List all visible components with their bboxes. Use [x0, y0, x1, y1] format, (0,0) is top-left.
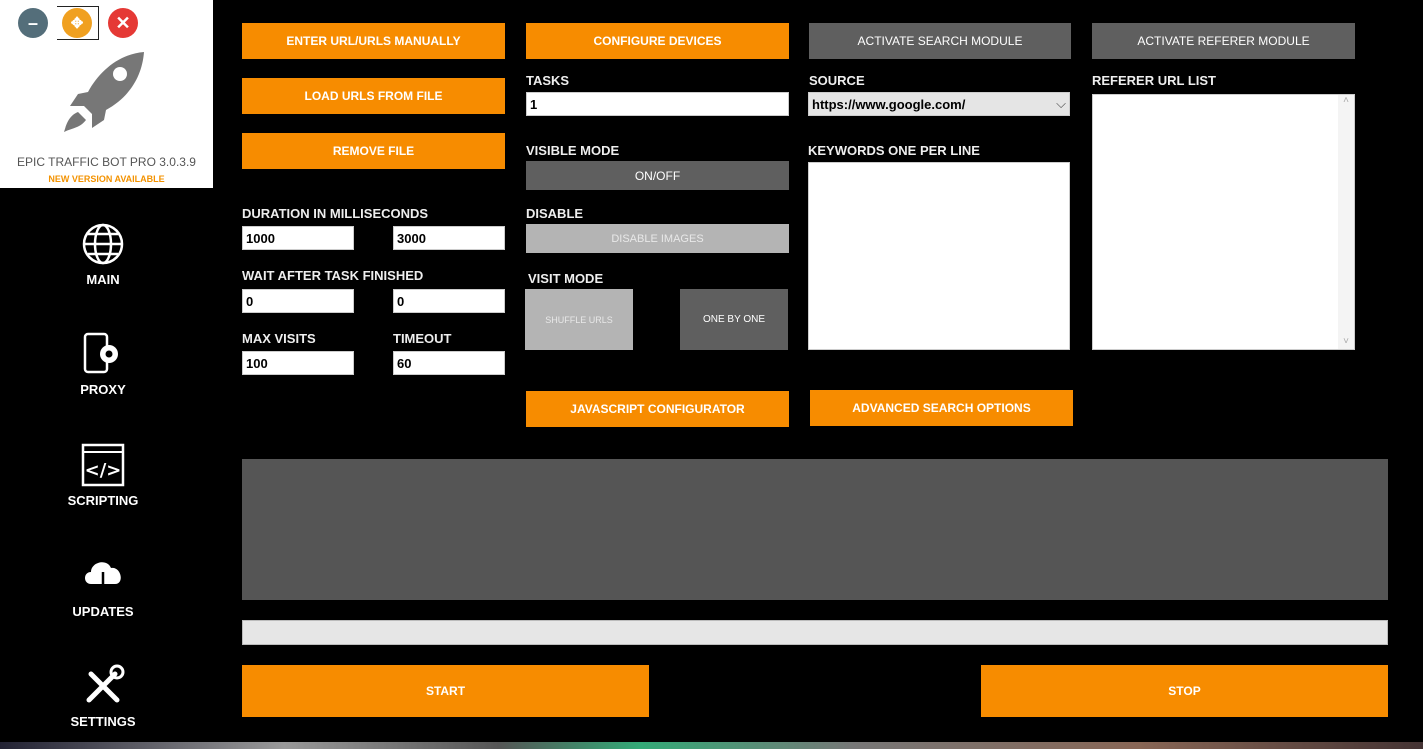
activate-referer-module-button[interactable]: ACTIVATE REFERER MODULE [1092, 23, 1355, 59]
timeout-label: TIMEOUT [393, 331, 452, 346]
disable-label: DISABLE [526, 206, 584, 221]
sidebar-item-settings[interactable]: SETTINGS [40, 664, 166, 729]
enter-urls-button[interactable]: ENTER URL/URLS MANUALLY [242, 23, 505, 59]
tools-icon [86, 664, 125, 703]
sidebar-item-label: SETTINGS [70, 714, 136, 729]
close-button[interactable]: ✕ [108, 8, 138, 38]
progress-bar [242, 620, 1388, 645]
visible-mode-toggle[interactable]: ON/OFF [526, 161, 789, 190]
app-title: EPIC TRAFFIC BOT PRO 3.0.3.9 [17, 155, 196, 169]
source-label: SOURCE [809, 73, 865, 88]
sidebar-item-label: SCRIPTING [67, 493, 139, 508]
one-by-one-button[interactable]: ONE BY ONE [680, 289, 788, 350]
timeout-input[interactable] [393, 351, 505, 375]
close-icon: ✕ [115, 12, 131, 33]
move-icon: ✥ [70, 15, 84, 32]
minimize-button[interactable]: – [18, 8, 48, 38]
cloud-download-icon [85, 562, 121, 596]
disable-images-button[interactable]: DISABLE IMAGES [526, 224, 789, 253]
visit-mode-label: VISIT MODE [528, 271, 604, 286]
rocket-logo-icon [64, 52, 144, 132]
taskbar-strip [0, 742, 1423, 749]
start-button[interactable]: START [242, 665, 649, 717]
sidebar-item-updates[interactable]: UPDATES [40, 554, 166, 619]
wait-label: WAIT AFTER TASK FINISHED [242, 268, 424, 283]
stop-button[interactable]: STOP [981, 665, 1388, 717]
wait-min-input[interactable] [242, 289, 354, 313]
device-gear-icon [83, 332, 118, 374]
scroll-up-icon: ˄ [1343, 95, 1349, 106]
visible-mode-label: VISIBLE MODE [526, 143, 620, 158]
duration-min-input[interactable] [242, 226, 354, 250]
svg-text:</>: </> [85, 460, 122, 481]
max-visits-input[interactable] [242, 351, 354, 375]
source-select-value: https://www.google.com/ [812, 96, 966, 112]
wait-max-input[interactable] [393, 289, 505, 313]
duration-label: DURATION IN MILLISECONDS [242, 206, 429, 221]
load-urls-button[interactable]: LOAD URLS FROM FILE [242, 78, 505, 114]
duration-max-input[interactable] [393, 226, 505, 250]
referer-list-label: REFERER URL LIST [1092, 73, 1216, 88]
minus-icon: – [27, 12, 38, 33]
sidebar-item-scripting[interactable]: </> SCRIPTING [40, 443, 166, 508]
chevron-down-icon: ⌵ [1056, 96, 1066, 111]
sidebar-item-main[interactable]: MAIN [40, 222, 166, 287]
code-window-icon: </> [81, 443, 125, 487]
keywords-textarea[interactable] [808, 162, 1070, 350]
tasks-label: TASKS [526, 73, 570, 88]
sidebar-item-proxy[interactable]: PROXY [40, 332, 166, 397]
configure-devices-button[interactable]: CONFIGURE DEVICES [526, 23, 789, 59]
remove-file-button[interactable]: REMOVE FILE [242, 133, 505, 169]
referer-url-textarea[interactable]: ˄ ˅ [1092, 94, 1355, 350]
globe-icon [82, 223, 124, 265]
log-panel [242, 459, 1388, 600]
sidebar-item-label: UPDATES [72, 604, 134, 619]
advanced-search-options-button[interactable]: ADVANCED SEARCH OPTIONS [810, 390, 1073, 426]
new-version-notice[interactable]: NEW VERSION AVAILABLE [0, 174, 213, 184]
tasks-input[interactable] [526, 92, 789, 116]
shuffle-urls-button[interactable]: SHUFFLE URLS [525, 289, 633, 350]
source-select[interactable]: https://www.google.com/ ⌵ [808, 92, 1070, 116]
sidebar-item-label: PROXY [80, 382, 126, 397]
max-visits-label: MAX VISITS [242, 331, 316, 346]
scrollbar[interactable]: ˄ ˅ [1338, 95, 1354, 349]
scroll-down-icon: ˅ [1343, 336, 1349, 347]
javascript-configurator-button[interactable]: JAVASCRIPT CONFIGURATOR [526, 391, 789, 427]
sidebar-item-label: MAIN [86, 272, 120, 287]
keywords-label: KEYWORDS ONE PER LINE [808, 143, 980, 158]
activate-search-module-button[interactable]: ACTIVATE SEARCH MODULE [809, 23, 1071, 59]
move-button[interactable]: ✥ [62, 8, 92, 38]
